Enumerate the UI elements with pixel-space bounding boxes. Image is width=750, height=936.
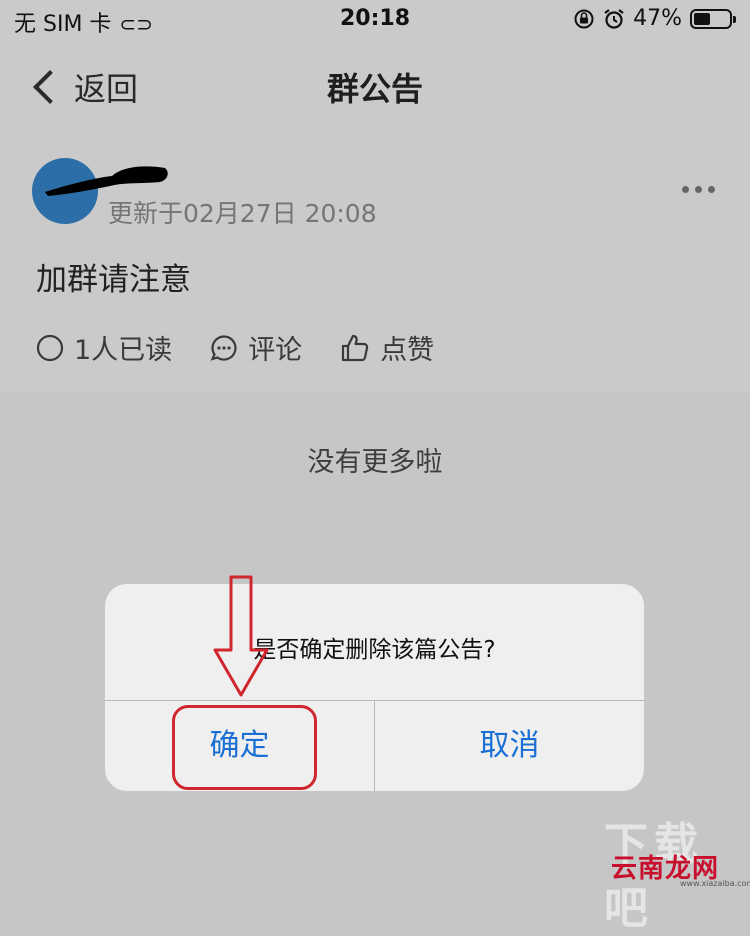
watermark-url: www.xiazaiba.com — [680, 879, 750, 888]
status-right: 47% — [573, 6, 736, 31]
like-button[interactable]: 点赞 — [340, 328, 434, 367]
dialog-message: 是否确定删除该篇公告? — [253, 637, 496, 663]
comment-button[interactable]: 评论 — [210, 328, 302, 367]
comment-icon — [210, 334, 237, 361]
page-title: 群公告 — [326, 70, 423, 108]
nav-bar: 返回 群公告 — [0, 50, 750, 120]
more-dot — [695, 186, 702, 193]
highlight-annotation — [172, 705, 317, 790]
orientation-lock-icon — [574, 9, 594, 28]
thumbs-up-icon — [342, 334, 369, 361]
battery-icon — [690, 8, 736, 29]
more-dot — [708, 186, 715, 193]
like-label: 点赞 — [380, 335, 435, 366]
list-end-text: 没有更多啦 — [307, 447, 443, 478]
more-dot — [682, 186, 689, 193]
post-actions: 1人已读 评论 点赞 — [36, 328, 472, 367]
read-count[interactable]: 1人已读 — [36, 328, 172, 367]
battery-fill — [694, 12, 710, 25]
battery-percent: 47% — [633, 6, 682, 31]
update-timestamp: 更新于02月27日 20:08 — [108, 199, 377, 228]
circle-icon — [36, 334, 64, 361]
more-options-button[interactable] — [682, 186, 715, 193]
down-arrow-annotation-icon — [213, 575, 269, 697]
redacted-author-name — [45, 166, 168, 196]
read-count-label: 1人已读 — [74, 335, 173, 366]
announcement-content: 加群请注意 — [36, 262, 191, 298]
comment-label: 评论 — [248, 335, 303, 366]
alarm-icon — [604, 8, 624, 29]
cancel-button[interactable]: 取消 — [375, 701, 644, 791]
status-bar: 无 SIM 卡 ⊂⊃ 20:18 47% — [0, 0, 750, 42]
